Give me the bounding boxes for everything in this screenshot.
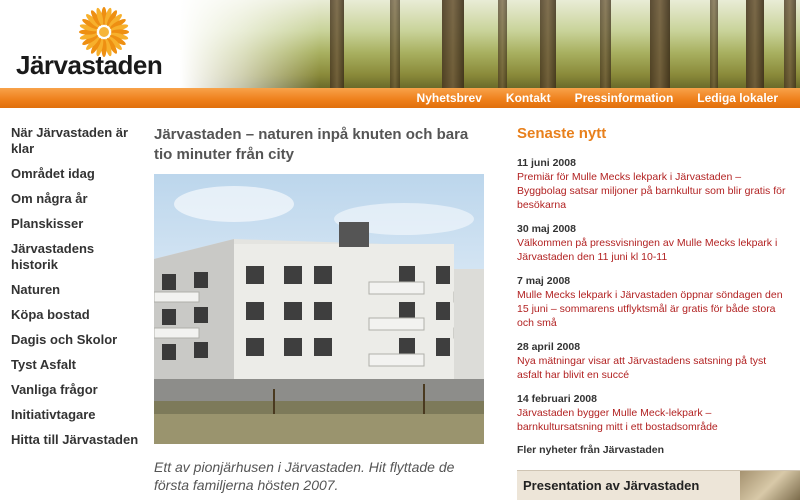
presentation-image <box>740 471 800 500</box>
photo-caption: Ett av pionjärhusen i Järvastaden. Hit f… <box>154 459 455 493</box>
more-news-link[interactable]: Fler nyheter från Järvastaden <box>517 444 787 456</box>
sidebar-item-nar-jarvastaden-ar-klar[interactable]: När Järvastaden är klar <box>11 125 139 157</box>
news-link[interactable]: Järvastaden bygger Mulle Meck-lekpark – … <box>517 406 787 434</box>
news-date: 14 februari 2008 <box>517 393 597 405</box>
news-link[interactable]: Premiär för Mulle Mecks lekpark i Järvas… <box>517 170 787 212</box>
news-link[interactable]: Nya mätningar visar att Järvastadens sat… <box>517 354 787 382</box>
news-link[interactable]: Mulle Mecks lekpark i Järvastaden öppnar… <box>517 288 787 330</box>
news-link[interactable]: Välkommen på pressvisningen av Mulle Mec… <box>517 236 787 264</box>
news-item: 11 juni 2008 Premiär för Mulle Mecks lek… <box>517 156 787 212</box>
sidebar-item-planskisser[interactable]: Planskisser <box>11 216 139 232</box>
logo-text: Järvastaden <box>16 50 163 80</box>
building-illustration <box>154 186 484 444</box>
news-date: 28 april 2008 <box>517 341 581 353</box>
building-photo <box>154 174 484 444</box>
sidebar-item-dagis-och-skolor[interactable]: Dagis och Skolor <box>11 332 139 348</box>
sidebar-item-om-nagra-ar[interactable]: Om några år <box>11 191 139 207</box>
sidebar-nav: När Järvastaden är klar Området idag Om … <box>11 125 139 457</box>
sidebar-item-kopa-bostad[interactable]: Köpa bostad <box>11 307 139 323</box>
top-nav: Nyhetsbrev Kontakt Pressinformation Ledi… <box>0 88 800 108</box>
nav-nyhetsbrev[interactable]: Nyhetsbrev <box>405 88 494 108</box>
logo[interactable]: Järvastaden <box>0 0 180 88</box>
nav-pressinformation[interactable]: Pressinformation <box>563 88 686 108</box>
news-item: 28 april 2008 Nya mätningar visar att Jä… <box>517 340 787 382</box>
site-header: Järvastaden <box>0 0 800 88</box>
news-heading: Senaste nytt <box>517 125 607 142</box>
nav-kontakt[interactable]: Kontakt <box>494 88 563 108</box>
sidebar-item-initiativtagare[interactable]: Initiativtagare <box>11 407 139 423</box>
news-date: 7 maj 2008 <box>517 275 571 287</box>
nav-lediga-lokaler[interactable]: Lediga lokaler <box>685 88 800 108</box>
presentation-banner[interactable]: Presentation av Järvastaden <box>517 470 800 500</box>
main-content: Järvastaden – naturen inpå knuten och ba… <box>154 125 484 494</box>
news-date: 30 maj 2008 <box>517 223 576 235</box>
news-date: 11 juni 2008 <box>517 157 576 169</box>
news-item: 30 maj 2008 Välkommen på pressvisningen … <box>517 222 787 264</box>
sidebar-item-vanliga-fragor[interactable]: Vanliga frågor <box>11 382 139 398</box>
news-column: Senaste nytt 11 juni 2008 Premiär för Mu… <box>517 125 787 456</box>
news-item: 14 februari 2008 Järvastaden bygger Mull… <box>517 392 787 434</box>
sidebar-item-hitta-till[interactable]: Hitta till Järvastaden <box>11 432 139 448</box>
sidebar-item-historik[interactable]: Järvastadens historik <box>11 241 139 273</box>
header-forest-image <box>180 0 800 88</box>
news-item: 7 maj 2008 Mulle Mecks lekpark i Järvast… <box>517 274 787 330</box>
sidebar-item-omradet-idag[interactable]: Området idag <box>11 166 139 182</box>
presentation-label: Presentation av Järvastaden <box>523 478 700 493</box>
page-title: Järvastaden – naturen inpå knuten och ba… <box>154 126 469 163</box>
sidebar-item-naturen[interactable]: Naturen <box>11 282 139 298</box>
sidebar-item-tyst-asfalt[interactable]: Tyst Asfalt <box>11 357 139 373</box>
